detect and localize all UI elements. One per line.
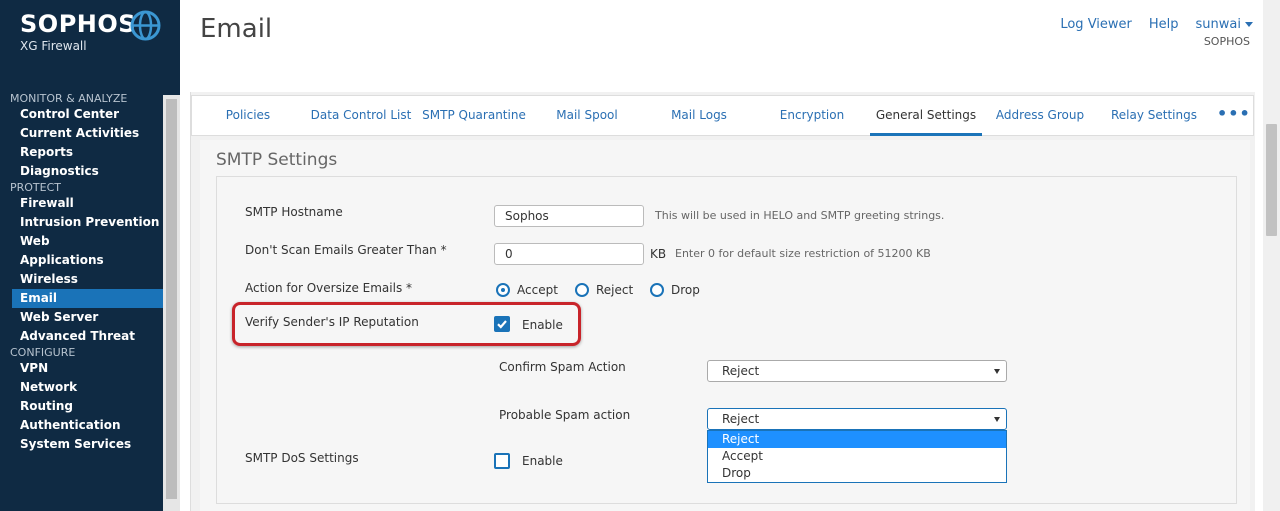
caret-down-icon bbox=[994, 369, 1000, 374]
dos-checkbox[interactable] bbox=[494, 453, 510, 469]
probable-spam-value: Reject bbox=[722, 412, 760, 426]
sidebar: SOPHOS XG Firewall MONITOR & ANALYZE Con… bbox=[0, 0, 180, 511]
user-organization: SOPHOS bbox=[1203, 35, 1250, 48]
probable-spam-select[interactable]: Reject bbox=[707, 408, 1007, 430]
nav-section-title: MONITOR & ANALYZE bbox=[10, 92, 128, 105]
caret-down-icon bbox=[994, 417, 1000, 422]
help-link[interactable]: Help bbox=[1149, 17, 1179, 32]
dropdown-option-drop[interactable]: Drop bbox=[708, 465, 1006, 482]
sidebar-item-authentication[interactable]: Authentication bbox=[0, 416, 163, 435]
dropdown-option-accept[interactable]: Accept bbox=[708, 448, 1006, 465]
page-title: Email bbox=[200, 14, 273, 44]
header-links: Log Viewer Help sunwai bbox=[1060, 17, 1253, 32]
sidebar-item-network[interactable]: Network bbox=[0, 378, 163, 397]
sophos-logo[interactable]: SOPHOS XG Firewall bbox=[20, 10, 136, 53]
tab-encryption[interactable]: Encryption bbox=[768, 96, 856, 136]
sidebar-item-intrusion-prevention[interactable]: Intrusion Prevention bbox=[0, 213, 163, 232]
sidebar-item-email[interactable]: Email bbox=[12, 289, 163, 308]
sidebar-item-advanced-threat[interactable]: Advanced Threat bbox=[0, 327, 163, 346]
sidebar-item-reports[interactable]: Reports bbox=[0, 143, 163, 162]
nav-group-protect: PROTECT Firewall Intrusion Prevention We… bbox=[0, 181, 163, 346]
dos-enable-label[interactable]: Enable bbox=[522, 454, 563, 468]
nav-group-monitor: MONITOR & ANALYZE Control Center Current… bbox=[0, 92, 163, 181]
radio-reject-label[interactable]: Reject bbox=[596, 283, 633, 297]
sidebar-scroll-thumb[interactable] bbox=[166, 99, 177, 499]
tab-data-control-list[interactable]: Data Control List bbox=[308, 96, 414, 136]
nav-section-title: PROTECT bbox=[10, 181, 62, 194]
sidebar-item-web-server[interactable]: Web Server bbox=[0, 308, 163, 327]
tab-mail-spool[interactable]: Mail Spool bbox=[542, 96, 632, 136]
tab-relay-settings[interactable]: Relay Settings bbox=[1108, 96, 1200, 136]
confirm-spam-value: Reject bbox=[722, 364, 760, 378]
radio-reject[interactable] bbox=[575, 283, 589, 297]
probable-spam-dropdown: Reject Accept Drop bbox=[707, 430, 1007, 483]
sidebar-scrollbar[interactable] bbox=[163, 95, 180, 511]
tab-smtp-quarantine[interactable]: SMTP Quarantine bbox=[420, 96, 528, 136]
dropdown-option-reject[interactable]: Reject bbox=[708, 431, 1006, 448]
sidebar-nav: MONITOR & ANALYZE Control Center Current… bbox=[0, 92, 163, 454]
sidebar-item-diagnostics[interactable]: Diagnostics bbox=[0, 162, 163, 181]
max-size-hint: Enter 0 for default size restriction of … bbox=[675, 247, 931, 260]
confirm-spam-select[interactable]: Reject bbox=[707, 360, 1007, 382]
radio-drop[interactable] bbox=[650, 283, 664, 297]
sidebar-item-current-activities[interactable]: Current Activities bbox=[0, 124, 163, 143]
probable-spam-label: Probable Spam action bbox=[499, 408, 631, 422]
sidebar-item-control-center[interactable]: Control Center bbox=[0, 105, 163, 124]
smtp-hostname-hint: This will be used in HELO and SMTP greet… bbox=[655, 209, 945, 222]
page-scrollbar[interactable] bbox=[1263, 0, 1280, 511]
max-size-unit: KB bbox=[650, 247, 667, 261]
log-viewer-link[interactable]: Log Viewer bbox=[1060, 17, 1132, 32]
sidebar-item-applications[interactable]: Applications bbox=[0, 251, 163, 270]
tab-general-settings[interactable]: General Settings bbox=[870, 96, 982, 136]
user-name: sunwai bbox=[1195, 17, 1241, 32]
oversize-action-label: Action for Oversize Emails * bbox=[245, 281, 413, 295]
smtp-hostname-label: SMTP Hostname bbox=[245, 205, 343, 219]
annotation-highlight bbox=[232, 302, 581, 346]
page-scroll-thumb[interactable] bbox=[1266, 124, 1277, 236]
radio-accept-label[interactable]: Accept bbox=[517, 283, 558, 297]
smtp-hostname-input[interactable]: Sophos bbox=[494, 205, 644, 227]
confirm-spam-label: Confirm Spam Action bbox=[499, 360, 626, 374]
user-menu[interactable]: sunwai bbox=[1196, 17, 1253, 32]
more-tabs-icon[interactable]: ••• bbox=[1217, 96, 1251, 136]
sidebar-item-vpn[interactable]: VPN bbox=[0, 359, 163, 378]
radio-drop-label[interactable]: Drop bbox=[671, 283, 700, 297]
max-size-label: Don't Scan Emails Greater Than * bbox=[245, 243, 447, 257]
radio-accept[interactable] bbox=[496, 283, 510, 297]
tab-mail-logs[interactable]: Mail Logs bbox=[658, 96, 740, 136]
sidebar-item-system-services[interactable]: System Services bbox=[0, 435, 163, 454]
dos-settings-label: SMTP DoS Settings bbox=[245, 451, 359, 465]
nav-group-configure: CONFIGURE VPN Network Routing Authentica… bbox=[0, 346, 163, 454]
section-title: SMTP Settings bbox=[216, 150, 338, 170]
max-size-input[interactable]: 0 bbox=[494, 243, 644, 265]
sidebar-item-wireless[interactable]: Wireless bbox=[0, 270, 163, 289]
sidebar-item-firewall[interactable]: Firewall bbox=[0, 194, 163, 213]
product-name: XG Firewall bbox=[20, 39, 87, 53]
brand-name: SOPHOS bbox=[20, 10, 137, 38]
nav-section-title: CONFIGURE bbox=[10, 346, 76, 359]
chevron-down-icon bbox=[1245, 22, 1253, 27]
sidebar-item-routing[interactable]: Routing bbox=[0, 397, 163, 416]
tab-address-group[interactable]: Address Group bbox=[994, 96, 1086, 136]
globe-icon bbox=[130, 10, 161, 41]
tab-bar: Policies Data Control List SMTP Quaranti… bbox=[191, 95, 1254, 136]
tab-policies[interactable]: Policies bbox=[208, 96, 288, 136]
sidebar-item-web[interactable]: Web bbox=[0, 232, 163, 251]
